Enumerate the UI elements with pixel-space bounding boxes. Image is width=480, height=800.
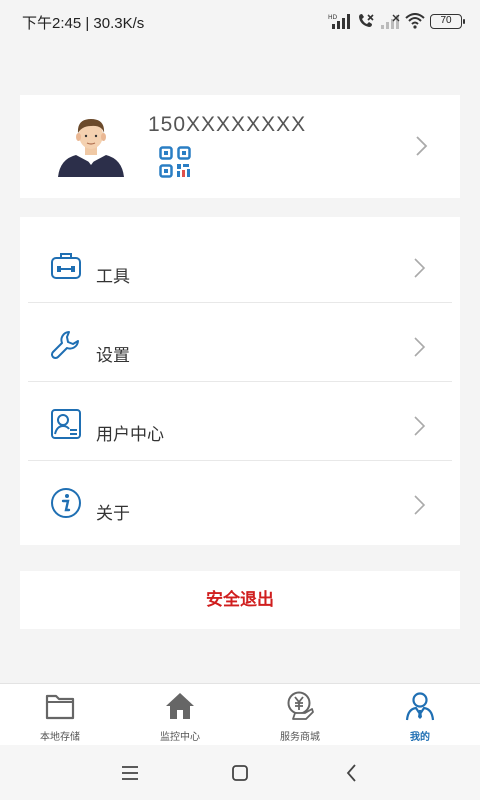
person-icon [405, 692, 435, 721]
menu-label-tools: 工具 [96, 267, 130, 287]
status-bar: 下午2:45 | 30.3K/s HD 70 [0, 0, 480, 40]
system-nav-bar [0, 745, 480, 800]
tab-label: 本地存储 [40, 732, 80, 743]
chevron-right-icon [416, 136, 428, 156]
menu-label-user-center: 用户中心 [96, 425, 164, 445]
chevron-right-icon [414, 495, 426, 515]
menu-item-tools[interactable]: 工具 [20, 225, 460, 304]
svg-text:HD: HD [328, 14, 338, 21]
home-icon [166, 693, 194, 719]
tab-monitor-center[interactable]: 监控中心 [120, 684, 240, 746]
bottom-tab-bar: 本地存储 监控中心 服务商城 我的 [0, 683, 480, 745]
tab-label: 服务商城 [280, 732, 320, 743]
menu-item-user-center[interactable]: 用户中心 [20, 383, 460, 462]
tab-local-storage[interactable]: 本地存储 [0, 684, 120, 746]
status-icons: HD 70 [328, 10, 465, 32]
menu-card: 工具 设置 用户中心 关于 [20, 217, 460, 545]
menu-icon[interactable] [118, 761, 142, 785]
chevron-right-icon [414, 337, 426, 357]
tab-label: 我的 [410, 732, 430, 743]
battery-icon: 70 [430, 13, 465, 29]
user-card-icon [51, 409, 81, 439]
yen-hand-icon [287, 691, 314, 720]
folder-icon [45, 694, 75, 720]
qr-code-icon[interactable] [159, 146, 191, 178]
info-icon [51, 488, 81, 518]
menu-label-settings: 设置 [96, 346, 130, 366]
back-icon[interactable] [340, 761, 364, 785]
wrench-icon [50, 331, 79, 360]
avatar [58, 119, 124, 177]
menu-item-about[interactable]: 关于 [20, 462, 460, 541]
chevron-right-icon [414, 416, 426, 436]
home-button-icon[interactable] [228, 761, 252, 785]
tab-service-mall[interactable]: 服务商城 [240, 684, 360, 746]
tab-mine[interactable]: 我的 [360, 684, 480, 746]
tab-label: 监控中心 [160, 732, 200, 743]
hd-signal-icon: HD [328, 14, 350, 29]
divider [28, 381, 452, 382]
logout-button[interactable]: 安全退出 [20, 571, 460, 629]
toolbox-icon [51, 253, 81, 279]
profile-card[interactable]: 150XXXXXXXX [20, 95, 460, 198]
status-time: 下午2:45 | 30.3K/s [22, 15, 145, 32]
menu-label-about: 关于 [96, 504, 130, 524]
chevron-right-icon [414, 258, 426, 278]
menu-item-settings[interactable]: 设置 [20, 304, 460, 383]
no-signal-icon [381, 14, 400, 29]
wifi-icon [405, 13, 425, 29]
divider [28, 302, 452, 303]
divider [28, 460, 452, 461]
phone-number: 150XXXXXXXX [148, 113, 307, 136]
call-icon [359, 14, 374, 27]
